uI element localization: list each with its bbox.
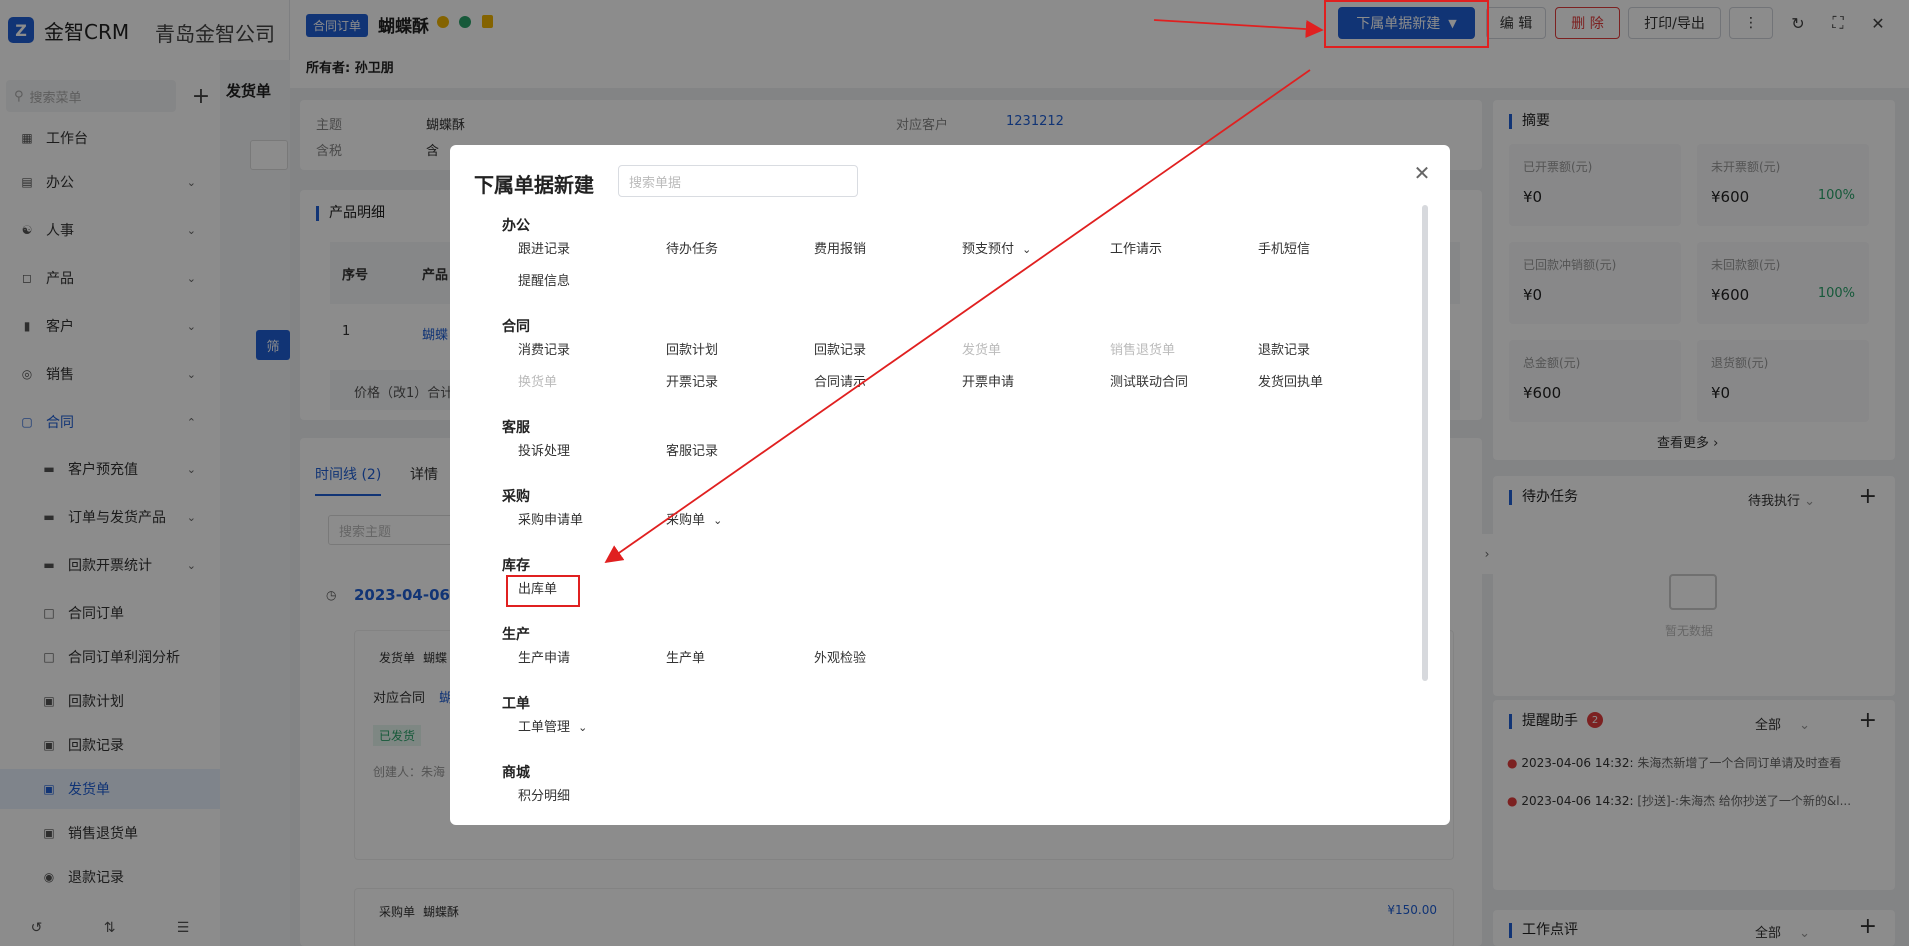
- annotation-arrow-to-item: [604, 69, 1311, 564]
- annotation-arrow-to-button: [1153, 19, 1324, 39]
- annotation-arrows: [604, 19, 1324, 564]
